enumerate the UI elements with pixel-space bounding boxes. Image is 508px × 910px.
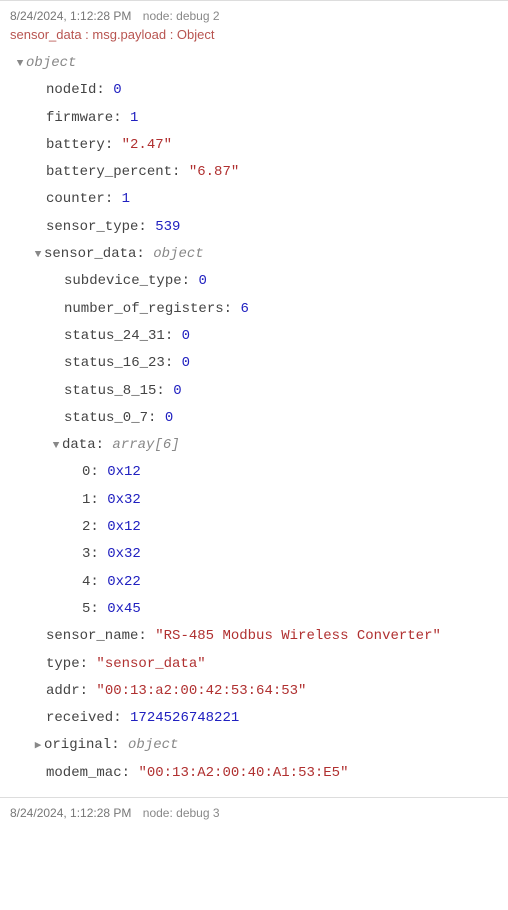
- property-value: "6.87": [189, 164, 239, 180]
- object-tree: ▼object nodeId: 0 firmware: 1 battery: "…: [0, 50, 508, 791]
- message-topic: sensor_data : msg.payload : Object: [0, 25, 508, 50]
- type-label: object: [153, 246, 203, 262]
- property-value: 0x32: [107, 546, 141, 562]
- tree-row[interactable]: 2: 0x12: [10, 514, 498, 541]
- tree-row-expandable[interactable]: ▼sensor_data: object: [10, 241, 498, 268]
- message-header: 8/24/2024, 1:12:28 PM node: debug 3: [0, 802, 508, 822]
- caret-down-icon[interactable]: ▼: [14, 54, 26, 75]
- property-key: type: [46, 656, 80, 672]
- property-value: 0x22: [107, 574, 141, 590]
- property-value: "sensor_data": [96, 656, 205, 672]
- tree-row-expandable[interactable]: ▶original: object: [10, 732, 498, 759]
- tree-row[interactable]: modem_mac: "00:13:A2:00:40:A1:53:E5": [10, 760, 498, 787]
- property-key: addr: [46, 683, 80, 699]
- property-key: original: [44, 737, 111, 753]
- property-key: number_of_registers: [64, 301, 224, 317]
- property-key: data: [62, 437, 96, 453]
- tree-row[interactable]: 0: 0x12: [10, 459, 498, 486]
- tree-row[interactable]: sensor_name: "RS-485 Modbus Wireless Con…: [10, 623, 498, 650]
- message-header: 8/24/2024, 1:12:28 PM node: debug 2: [0, 5, 508, 25]
- property-key: status_8_15: [64, 383, 156, 399]
- property-value: 0: [182, 328, 190, 344]
- property-key: firmware: [46, 110, 113, 126]
- tree-row-expandable[interactable]: ▼data: array[6]: [10, 432, 498, 459]
- tree-row[interactable]: number_of_registers: 6: [10, 296, 498, 323]
- property-key: battery: [46, 137, 105, 153]
- type-label: object: [26, 55, 76, 71]
- tree-row[interactable]: sensor_type: 539: [10, 214, 498, 241]
- property-value: 0x12: [107, 519, 141, 535]
- caret-right-icon[interactable]: ▶: [32, 736, 44, 757]
- tree-row[interactable]: type: "sensor_data": [10, 651, 498, 678]
- property-value: "00:13:A2:00:40:A1:53:E5": [138, 765, 348, 781]
- property-key: battery_percent: [46, 164, 172, 180]
- debug-message: 8/24/2024, 1:12:28 PM node: debug 2 sens…: [0, 0, 508, 797]
- property-value: "RS-485 Modbus Wireless Converter": [155, 628, 441, 644]
- property-value: 1: [130, 110, 138, 126]
- tree-row[interactable]: 1: 0x32: [10, 487, 498, 514]
- tree-row[interactable]: battery_percent: "6.87": [10, 159, 498, 186]
- property-key: status_24_31: [64, 328, 165, 344]
- tree-row[interactable]: addr: "00:13:a2:00:42:53:64:53": [10, 678, 498, 705]
- tree-row[interactable]: received: 1724526748221: [10, 705, 498, 732]
- tree-root-row[interactable]: ▼object: [10, 50, 498, 77]
- property-value: "2.47": [122, 137, 172, 153]
- property-value: "00:13:a2:00:42:53:64:53": [96, 683, 306, 699]
- property-key: counter: [46, 191, 105, 207]
- tree-row[interactable]: status_8_15: 0: [10, 378, 498, 405]
- property-key: subdevice_type: [64, 273, 182, 289]
- message-timestamp: 8/24/2024, 1:12:28 PM: [10, 806, 131, 820]
- property-value: 0x32: [107, 492, 141, 508]
- message-node-label: node: debug 2: [143, 9, 220, 23]
- property-value: 1724526748221: [130, 710, 239, 726]
- tree-row[interactable]: 5: 0x45: [10, 596, 498, 623]
- property-key: status_0_7: [64, 410, 148, 426]
- property-key: sensor_type: [46, 219, 138, 235]
- type-label: array[6]: [112, 437, 179, 453]
- tree-row[interactable]: subdevice_type: 0: [10, 268, 498, 295]
- debug-panel[interactable]: 8/24/2024, 1:12:28 PM node: debug 2 sens…: [0, 0, 508, 910]
- property-value: 0: [198, 273, 206, 289]
- tree-row[interactable]: battery: "2.47": [10, 132, 498, 159]
- property-value: 1: [122, 191, 130, 207]
- property-key: nodeId: [46, 82, 96, 98]
- property-key: received: [46, 710, 113, 726]
- property-key: status_16_23: [64, 355, 165, 371]
- property-value: 0: [113, 82, 121, 98]
- property-value: 539: [155, 219, 180, 235]
- tree-row[interactable]: 3: 0x32: [10, 541, 498, 568]
- property-key: sensor_name: [46, 628, 138, 644]
- property-value: 0: [165, 410, 173, 426]
- tree-row[interactable]: status_0_7: 0: [10, 405, 498, 432]
- tree-row[interactable]: status_16_23: 0: [10, 350, 498, 377]
- tree-row[interactable]: status_24_31: 0: [10, 323, 498, 350]
- property-value: 6: [240, 301, 248, 317]
- property-key: sensor_data: [44, 246, 136, 262]
- message-node-label: node: debug 3: [143, 806, 220, 820]
- property-value: 0: [173, 383, 181, 399]
- message-timestamp: 8/24/2024, 1:12:28 PM: [10, 9, 131, 23]
- property-key: modem_mac: [46, 765, 122, 781]
- property-value: 0: [182, 355, 190, 371]
- tree-row[interactable]: counter: 1: [10, 186, 498, 213]
- property-value: 0x45: [107, 601, 141, 617]
- debug-message: 8/24/2024, 1:12:28 PM node: debug 3: [0, 797, 508, 828]
- tree-row[interactable]: nodeId: 0: [10, 77, 498, 104]
- tree-row[interactable]: firmware: 1: [10, 105, 498, 132]
- tree-row[interactable]: 4: 0x22: [10, 569, 498, 596]
- caret-down-icon[interactable]: ▼: [32, 245, 44, 266]
- property-value: 0x12: [107, 464, 141, 480]
- type-label: object: [128, 737, 178, 753]
- caret-down-icon[interactable]: ▼: [50, 436, 62, 457]
